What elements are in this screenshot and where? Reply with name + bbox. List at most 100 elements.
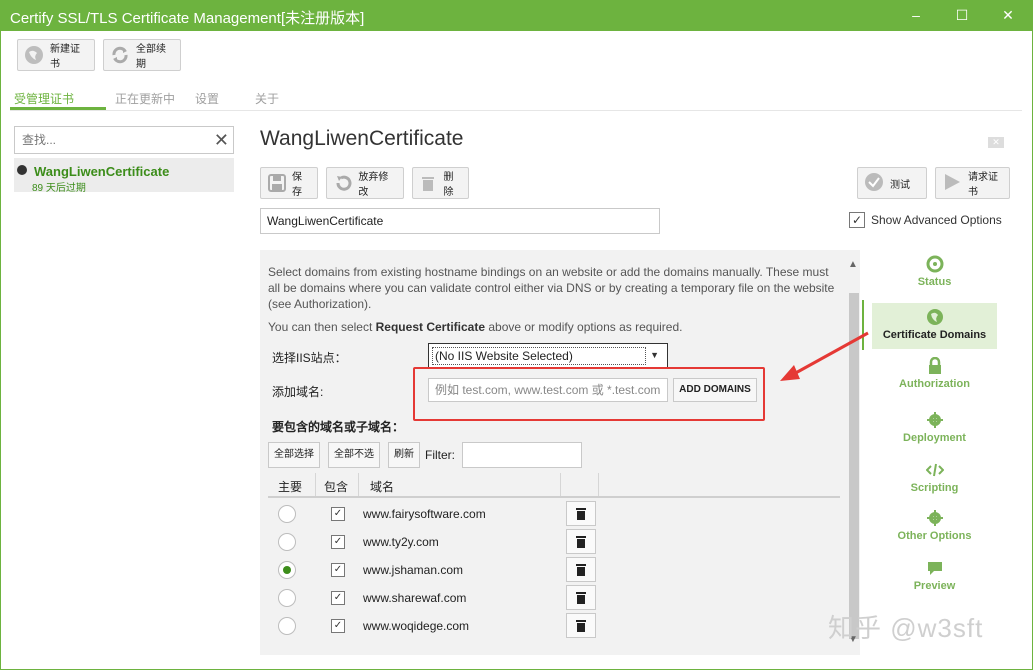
certificate-domains-panel: Select domains from existing hostname bi… (260, 250, 860, 655)
test-button[interactable]: 测试 (857, 167, 927, 199)
scroll-up-arrow[interactable]: ▲ (848, 259, 858, 270)
minimize-button[interactable]: – (901, 4, 931, 26)
discard-changes-button[interactable]: 放弃修改 (326, 167, 404, 199)
trash-icon (419, 173, 438, 193)
remove-domain-button[interactable] (566, 585, 596, 610)
close-button[interactable]: ✕ (993, 4, 1023, 26)
include-checkbox[interactable]: ✓ (331, 507, 345, 521)
trash-icon (576, 536, 586, 548)
globe-icon (17, 165, 27, 175)
annotation-arrow (780, 331, 869, 381)
column-separator (598, 473, 599, 496)
tab-about[interactable]: 关于 (255, 90, 279, 107)
nav-deployment[interactable]: Deployment (872, 411, 997, 451)
include-checkbox[interactable]: ✓ (331, 563, 345, 577)
primary-radio[interactable] (278, 505, 296, 523)
new-certificate-button[interactable]: 新建证书 (17, 39, 95, 71)
tab-divider (10, 110, 1022, 111)
select-none-button[interactable]: 全部不选 (328, 442, 380, 468)
include-checkbox[interactable]: ✓ (331, 619, 345, 633)
nav-authorization[interactable]: Authorization (872, 357, 997, 397)
nav-preview[interactable]: Preview (872, 559, 997, 597)
filter-input[interactable] (462, 442, 582, 468)
play-icon (942, 172, 962, 195)
column-primary: 主要 (278, 480, 303, 494)
page-title: WangLiwenCertificate (260, 127, 464, 150)
include-domains-heading: 要包含的域名或子域名： (272, 420, 405, 434)
active-tab-indicator (10, 107, 106, 110)
clear-search-icon[interactable]: ✕ (214, 130, 229, 150)
window-title: Certify SSL/TLS Certificate Management[未… (10, 10, 365, 27)
show-advanced-label: Show Advanced Options (871, 213, 1002, 227)
title-bar: Certify SSL/TLS Certificate Management[未… (0, 0, 1033, 31)
tab-managed-certificates[interactable]: 受管理证书 (14, 90, 74, 107)
globe-icon (926, 309, 943, 325)
remove-domain-button[interactable] (566, 613, 596, 638)
annotation-highlight-box (413, 367, 765, 421)
certificate-name-field[interactable]: WangLiwenCertificate (260, 208, 660, 234)
certificate-name: WangLiwenCertificate (34, 164, 170, 179)
gear-icon (926, 412, 943, 428)
table-header-divider (268, 496, 840, 498)
select-all-button[interactable]: 全部选择 (268, 442, 320, 468)
domain-name: www.ty2y.com (363, 535, 439, 549)
tab-in-progress[interactable]: 正在更新中 (115, 90, 175, 107)
life-ring-icon (926, 255, 943, 273)
iis-site-value: (No IIS Website Selected) (432, 347, 646, 365)
nav-other-options[interactable]: Other Options (872, 509, 997, 549)
gear-icon (926, 510, 943, 526)
column-domain: 域名 (370, 480, 395, 494)
domains-description: Select domains from existing hostname bi… (268, 265, 835, 311)
primary-radio[interactable] (278, 533, 296, 551)
refresh-button[interactable]: 刷新 (388, 442, 420, 468)
domains-hint: You can then select Request Certificate … (268, 320, 683, 334)
tab-settings[interactable]: 设置 (195, 90, 219, 107)
remove-domain-button[interactable] (566, 529, 596, 554)
primary-radio[interactable] (278, 561, 296, 579)
primary-radio[interactable] (278, 589, 296, 607)
domain-name: www.woqidege.com (363, 619, 470, 633)
close-icon[interactable]: ✕ (988, 137, 1004, 148)
request-certificate-button[interactable]: 请求证书 (935, 167, 1010, 199)
discard-changes-label: 放弃修改 (358, 172, 389, 198)
request-certificate-label: 请求证书 (968, 172, 998, 198)
show-advanced-options[interactable]: ✓ Show Advanced Options (849, 212, 1002, 228)
primary-radio[interactable] (278, 617, 296, 635)
include-checkbox[interactable]: ✓ (331, 535, 345, 549)
domain-name: www.fairysoftware.com (363, 507, 486, 521)
delete-label: 删除 (443, 172, 454, 198)
save-icon (267, 173, 286, 193)
iis-site-select[interactable]: (No IIS Website Selected) ▼ (428, 343, 668, 369)
refresh-icon (110, 45, 130, 65)
check-circle-icon (864, 172, 884, 195)
column-separator (315, 473, 316, 496)
column-separator (560, 473, 561, 496)
certificate-list-item[interactable]: WangLiwenCertificate 89 天后过期 (14, 158, 234, 194)
column-separator (358, 473, 359, 496)
nav-scripting[interactable]: Scripting (872, 461, 997, 499)
test-label: 测试 (890, 179, 910, 191)
globe-icon (24, 45, 44, 65)
column-include: 包含 (324, 480, 349, 494)
advanced-options-checkbox[interactable]: ✓ (849, 212, 865, 228)
maximize-button[interactable]: ☐ (947, 4, 977, 26)
save-label: 保存 (292, 172, 302, 198)
domain-name: www.jshaman.com (363, 563, 464, 577)
nav-certificate-domains[interactable]: Certificate Domains (872, 303, 997, 349)
table-row: ✓ www.jshaman.com (268, 556, 840, 584)
search-box: ✕ (14, 126, 234, 154)
add-domain-label: 添加域名: (272, 385, 324, 399)
remove-domain-button[interactable] (566, 557, 596, 582)
trash-icon (576, 508, 586, 520)
lock-icon (928, 357, 941, 374)
delete-button[interactable]: 删除 (412, 167, 469, 199)
filter-label: Filter: (425, 448, 455, 462)
search-input[interactable] (15, 127, 195, 153)
remove-domain-button[interactable] (566, 501, 596, 526)
renew-all-button[interactable]: 全部续期 (103, 39, 181, 71)
trash-icon (576, 592, 586, 604)
new-certificate-label: 新建证书 (50, 44, 80, 70)
save-button[interactable]: 保存 (260, 167, 318, 199)
include-checkbox[interactable]: ✓ (331, 591, 345, 605)
nav-status[interactable]: Status (872, 255, 997, 295)
